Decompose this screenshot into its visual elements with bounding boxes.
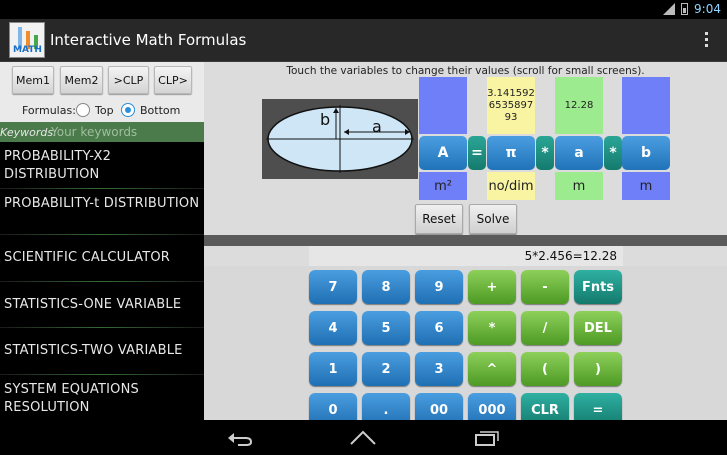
signal-icon [663,3,676,15]
dot [705,38,708,41]
key-multiply[interactable]: * [468,311,516,345]
list-item-statistics-one-variable[interactable]: STATISTICS-ONE VARIABLE [0,282,204,329]
solve-button[interactable]: Solve [469,204,517,234]
status-bar: 9:04 [0,0,727,19]
key-2[interactable]: 2 [362,352,410,386]
logo-text: MATH [13,45,42,55]
figure-label-a: a [372,117,382,136]
variable-button-pi[interactable]: π [487,136,535,170]
back-icon[interactable] [226,430,254,446]
variable-unit-pi[interactable]: no/dim [487,172,535,200]
variable-value-pi[interactable]: 3.141592 6535897 93 [487,77,535,134]
key-open-paren[interactable]: ( [521,352,569,386]
ellipse-diagram [266,105,414,173]
radio-bottom[interactable] [121,103,135,117]
figure-label-b: b [320,110,331,129]
operator-multiply: * [536,136,554,170]
variable-value-a[interactable]: 12.28 [555,77,603,134]
operator-equals: = [468,136,486,170]
formulas-position-selector: Formulas: Top Bottom [0,102,204,120]
key-9[interactable]: 9 [415,270,463,304]
variable-button-a[interactable]: a [555,136,603,170]
overflow-menu-icon[interactable] [705,32,709,48]
list-item-probability-t[interactable]: PROBABILITY-t DISTRIBUTION [0,189,204,236]
copy-to-clipboard-button[interactable]: >CLP [108,66,149,94]
key-minus[interactable]: - [521,270,569,304]
key-1[interactable]: 1 [309,352,357,386]
key-5[interactable]: 5 [362,311,410,345]
calculator-display: 5*2.456=12.28 [309,246,623,266]
dot [705,44,708,47]
radio-top-label[interactable]: Top [95,104,114,117]
formula-panel: Touch the variables to change their valu… [204,62,727,427]
list-item-system-equations[interactable]: SYSTEM EQUATIONS RESOLUTION [0,375,204,420]
operator-multiply: * [604,136,622,170]
variable-unit-A[interactable]: m² [419,172,467,200]
navigation-bar [0,420,727,455]
keywords-label: Keywords: [0,126,57,139]
panel-divider [204,235,727,246]
dot [705,32,708,35]
app-title: Interactive Math Formulas [50,31,247,49]
list-item-scientific-calculator[interactable]: SCIENTIFIC CALCULATOR [0,235,204,282]
left-panel: Mem1 Mem2 >CLP CLP> Formulas: Top Bottom… [0,62,204,420]
key-delete[interactable]: DEL [574,311,622,345]
key-3[interactable]: 3 [415,352,463,386]
reset-button[interactable]: Reset [415,204,463,234]
list-item-statistics-two-variable[interactable]: STATISTICS-TWO VARIABLE [0,328,204,375]
variable-button-b[interactable]: b [622,136,670,170]
recent-apps-icon[interactable] [474,430,500,446]
ellipse-figure: b a [262,99,418,179]
variable-unit-b[interactable]: m [622,172,670,200]
status-time: 9:04 [694,2,721,16]
radio-bottom-label[interactable]: Bottom [140,104,180,117]
variable-value-A[interactable] [419,77,467,134]
formulas-label: Formulas: [22,104,76,117]
keywords-input[interactable] [51,123,201,141]
app-logo-icon: MATH [9,22,45,58]
list-item-probability-x2[interactable]: PROBABILITY-X2 DISTRIBUTION [0,142,204,189]
key-4[interactable]: 4 [309,311,357,345]
key-functions[interactable]: Fnts [574,270,622,304]
key-6[interactable]: 6 [415,311,463,345]
instruction-text: Touch the variables to change their valu… [286,65,645,77]
variable-button-A[interactable]: A [419,136,467,170]
key-close-paren[interactable]: ) [574,352,622,386]
home-icon[interactable] [349,429,377,446]
memory-area: Mem1 Mem2 >CLP CLP> Formulas: Top Bottom [0,62,204,122]
action-bar: MATH Interactive Math Formulas [0,19,727,62]
status-icons: 9:04 [663,2,721,16]
key-8[interactable]: 8 [362,270,410,304]
keywords-bar: Keywords: [0,122,204,142]
radio-top[interactable] [76,103,90,117]
formula-list: PROBABILITY-X2 DISTRIBUTION PROBABILITY-… [0,142,204,420]
mem1-button[interactable]: Mem1 [12,66,54,94]
paste-from-clipboard-button[interactable]: CLP> [154,66,192,94]
key-divide[interactable]: / [521,311,569,345]
key-7[interactable]: 7 [309,270,357,304]
screen: 9:04 MATH Interactive Math Formulas Mem1… [0,0,727,455]
variable-value-b[interactable] [622,77,670,134]
calculator-keypad: 7 8 9 + - Fnts 4 5 6 * / DEL 1 2 3 ^ ( )… [204,266,727,427]
mem2-button[interactable]: Mem2 [60,66,103,94]
key-power[interactable]: ^ [468,352,516,386]
battery-icon [681,3,689,15]
key-plus[interactable]: + [468,270,516,304]
variable-unit-a[interactable]: m [555,172,603,200]
